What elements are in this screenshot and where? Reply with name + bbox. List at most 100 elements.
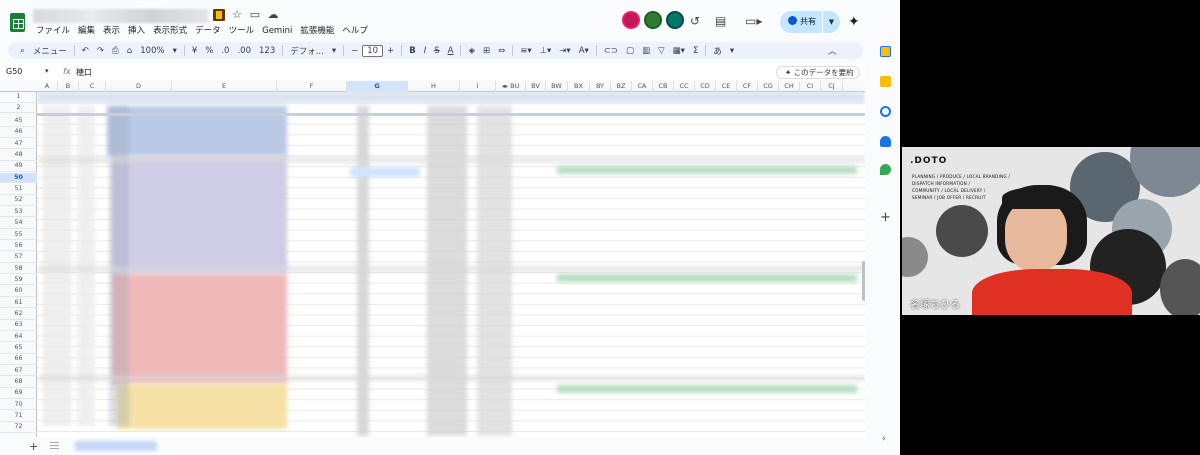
collaborator-avatar[interactable] <box>644 11 662 29</box>
paint-format-icon[interactable]: ⌂ <box>123 46 136 56</box>
increase-decimal-button[interactable]: .00 <box>233 46 255 56</box>
all-sheets-icon[interactable] <box>50 442 59 449</box>
align-horizontal-icon[interactable]: ≡▾ <box>516 46 535 56</box>
filter-views-icon[interactable]: ▦▾ <box>669 46 689 56</box>
row-header[interactable]: 53 <box>0 207 37 218</box>
column-header[interactable]: CF <box>737 81 758 92</box>
row-header[interactable]: 47 <box>0 139 37 150</box>
row-header[interactable]: 69 <box>0 388 37 399</box>
document-title[interactable] <box>33 9 208 23</box>
font-size-increase[interactable]: + <box>383 46 398 56</box>
maps-icon[interactable] <box>880 164 891 175</box>
align-vertical-icon[interactable]: ⊥▾ <box>536 46 556 56</box>
decrease-decimal-button[interactable]: .0 <box>217 46 233 56</box>
column-header[interactable]: H <box>408 81 460 92</box>
share-dropdown-button[interactable]: ▼ <box>822 11 840 33</box>
star-icon[interactable]: ☆ <box>231 9 243 21</box>
insert-comment-icon[interactable]: ▢ <box>622 46 638 56</box>
row-header[interactable]: 56 <box>0 241 37 252</box>
strikethrough-button[interactable]: S <box>430 46 443 56</box>
menu-gemini[interactable]: Gemini <box>258 25 296 37</box>
row-header[interactable]: 45 <box>0 116 37 127</box>
column-header[interactable]: CH <box>779 81 800 92</box>
column-header[interactable]: CE <box>716 81 737 92</box>
keep-icon[interactable] <box>880 76 891 87</box>
column-header[interactable]: G <box>347 81 408 92</box>
print-icon[interactable]: ⎙ <box>108 46 123 56</box>
number-format-button[interactable]: 123 <box>255 46 279 56</box>
row-header[interactable]: 48 <box>0 150 37 161</box>
row-header[interactable]: 2 <box>0 103 37 114</box>
text-wrap-icon[interactable]: ⇥▾ <box>555 46 574 56</box>
row-header[interactable]: 52 <box>0 195 37 207</box>
merge-cells-icon[interactable]: ⇔ <box>494 46 509 56</box>
undo-icon[interactable]: ↶ <box>78 46 93 56</box>
column-header[interactable]: CI <box>800 81 821 92</box>
gemini-icon[interactable]: ✦ <box>848 14 860 30</box>
italic-button[interactable]: I <box>420 46 431 56</box>
menu-help[interactable]: ヘルプ <box>338 25 372 37</box>
frozen-row-divider[interactable] <box>37 113 865 116</box>
font-size-decrease[interactable]: − <box>347 46 362 56</box>
zoom-select[interactable]: 100% <box>136 46 168 56</box>
row-header[interactable]: 51 <box>0 184 37 195</box>
cell-area[interactable] <box>37 92 865 437</box>
column-header[interactable]: CD <box>695 81 716 92</box>
functions-icon[interactable]: Σ <box>689 46 702 56</box>
name-box[interactable]: G50 <box>6 67 22 76</box>
column-header[interactable]: CJ <box>821 81 843 92</box>
row-header[interactable]: 50 <box>0 172 37 184</box>
borders-icon[interactable]: ⊞ <box>479 46 494 56</box>
column-header[interactable]: BW <box>546 81 568 92</box>
row-header[interactable]: 62 <box>0 309 37 320</box>
tasks-icon[interactable] <box>880 106 891 117</box>
spreadsheet-grid[interactable]: A B C D E F G H I ◂▸ BU BV BW BX BY BZ CA CB CC CD CE CF CG CH… <box>0 81 865 437</box>
history-icon[interactable]: ↺ <box>690 14 700 28</box>
row-header[interactable]: 72 <box>0 422 37 434</box>
row-header[interactable]: 65 <box>0 343 37 354</box>
chevron-down-icon[interactable]: ▾ <box>45 67 49 75</box>
cloud-status-icon[interactable]: ☁ <box>267 9 279 21</box>
menu-data[interactable]: データ <box>191 25 225 37</box>
link-icon[interactable]: ⊂⊃ <box>600 46 622 56</box>
column-header[interactable]: BY <box>590 81 611 92</box>
meet-icon[interactable]: ▭▸ <box>745 14 762 28</box>
menu-search[interactable]: メニュー <box>29 45 71 57</box>
row-header[interactable]: 63 <box>0 320 37 331</box>
row-header[interactable]: 46 <box>0 127 37 138</box>
menu-view[interactable]: 表示 <box>99 25 124 37</box>
menu-edit[interactable]: 編集 <box>74 25 99 37</box>
row-header[interactable]: 66 <box>0 354 37 365</box>
column-header[interactable]: A <box>37 81 58 92</box>
add-addon-icon[interactable]: + <box>880 210 891 225</box>
row-header[interactable]: 59 <box>0 275 37 286</box>
column-header[interactable]: CC <box>674 81 695 92</box>
column-header[interactable]: CA <box>632 81 653 92</box>
column-header[interactable]: BZ <box>611 81 632 92</box>
column-header[interactable]: BX <box>568 81 590 92</box>
fill-color-icon[interactable]: ◈ <box>464 46 479 56</box>
font-select[interactable]: デフォ... <box>286 45 328 57</box>
currency-button[interactable]: ¥ <box>188 46 201 56</box>
row-header[interactable]: 58 <box>0 264 37 275</box>
column-header[interactable]: CG <box>758 81 779 92</box>
column-header[interactable]: CB <box>653 81 674 92</box>
text-rotation-icon[interactable]: A▾ <box>575 46 593 56</box>
redo-icon[interactable]: ↷ <box>93 46 108 56</box>
contacts-icon[interactable] <box>880 136 891 147</box>
percent-button[interactable]: % <box>201 46 217 56</box>
input-tools-button[interactable]: あ <box>709 45 726 57</box>
column-header[interactable]: B <box>58 81 79 92</box>
row-header[interactable]: 54 <box>0 218 37 229</box>
font-size-input[interactable]: 10 <box>362 44 384 57</box>
summarize-data-button[interactable]: ✦ このデータを要約 <box>776 66 860 79</box>
text-color-button[interactable]: A <box>444 46 458 56</box>
row-header[interactable]: 67 <box>0 366 37 377</box>
column-header[interactable]: I <box>460 81 496 92</box>
row-header[interactable]: 61 <box>0 298 37 309</box>
column-header[interactable]: C <box>79 81 106 92</box>
add-sheet-button[interactable]: + <box>29 440 38 453</box>
vertical-scrollbar[interactable] <box>862 261 865 301</box>
sheets-logo-icon[interactable] <box>10 13 25 32</box>
column-header[interactable]: F <box>277 81 347 92</box>
